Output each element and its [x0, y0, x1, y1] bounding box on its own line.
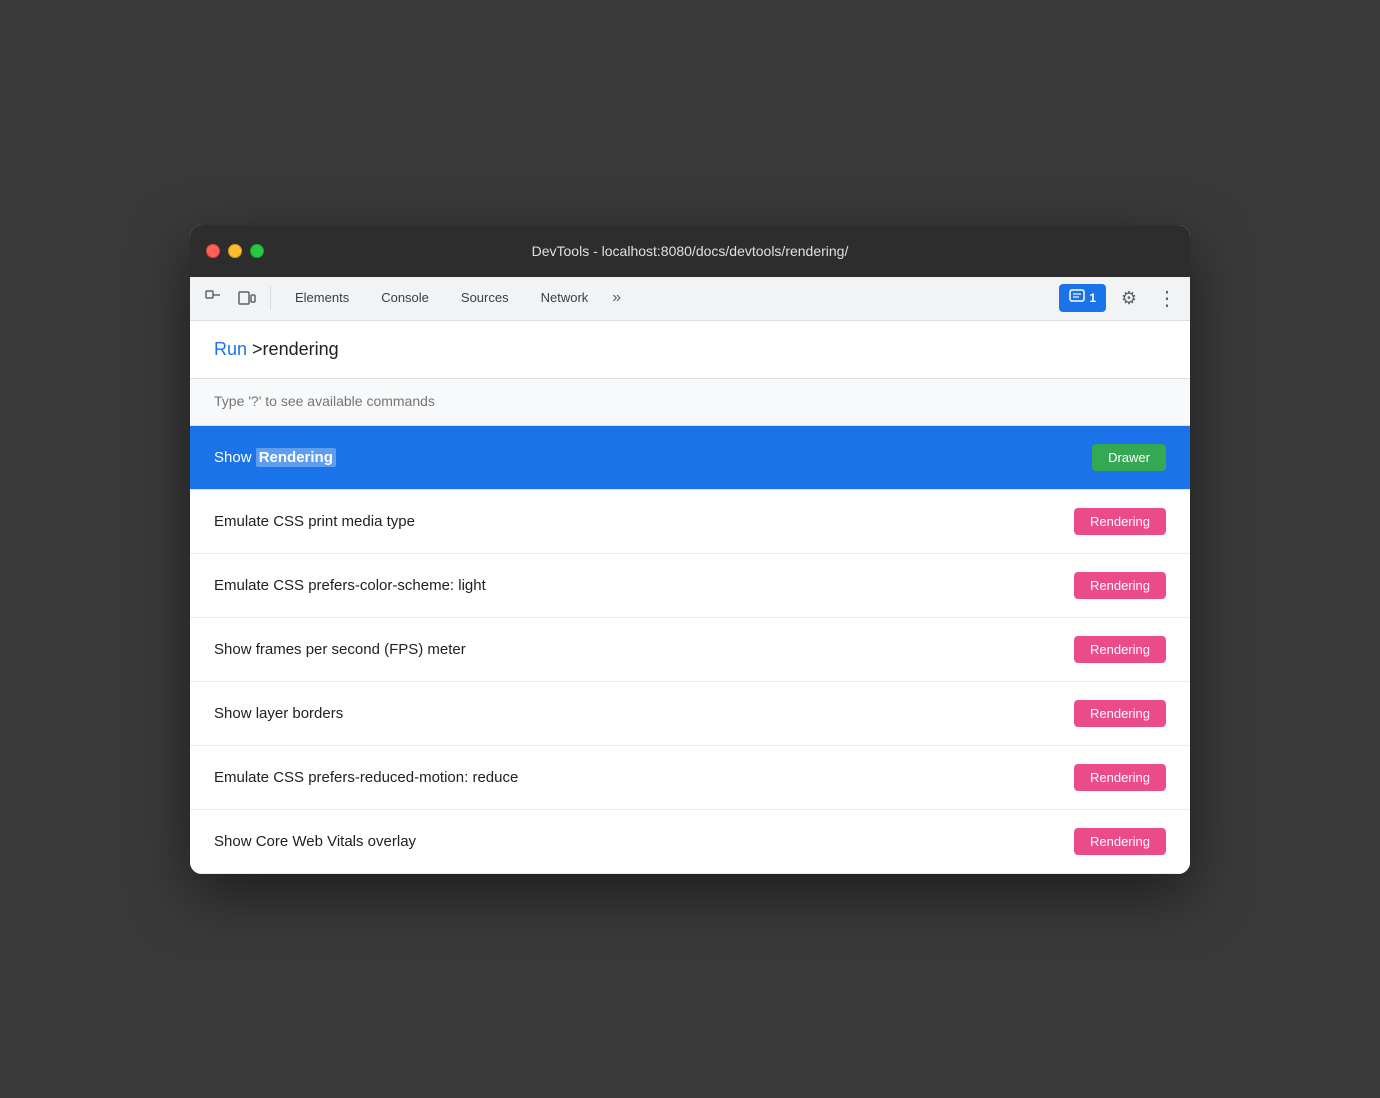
gear-icon: ⚙ — [1121, 288, 1137, 309]
run-label: Run — [214, 339, 247, 359]
run-command: >rendering — [252, 339, 339, 359]
title-bar: DevTools - localhost:8080/docs/devtools/… — [190, 225, 1190, 277]
toolbar-tabs: Elements Console Sources Network » — [279, 277, 1055, 320]
command-text-color-scheme: Emulate CSS prefers-color-scheme: light — [214, 577, 486, 594]
command-item-color-scheme[interactable]: Emulate CSS prefers-color-scheme: light … — [190, 554, 1190, 618]
rendering-tag-button-5[interactable]: Rendering — [1074, 764, 1166, 791]
traffic-lights — [206, 244, 264, 258]
command-text-core-web-vitals: Show Core Web Vitals overlay — [214, 833, 416, 850]
rendering-tag-button-3[interactable]: Rendering — [1074, 636, 1166, 663]
command-item-css-print[interactable]: Emulate CSS print media type Rendering — [190, 490, 1190, 554]
drawer-tag-button[interactable]: Drawer — [1092, 444, 1166, 471]
notifications-badge-button[interactable]: 1 — [1059, 284, 1106, 312]
toolbar-right: 1 ⚙ ⋮ — [1059, 283, 1182, 313]
run-header: Run >rendering — [190, 321, 1190, 379]
command-item-layer-borders[interactable]: Show layer borders Rendering — [190, 682, 1190, 746]
search-bar — [190, 379, 1190, 426]
badge-icon — [1069, 289, 1085, 308]
devtools-window: DevTools - localhost:8080/docs/devtools/… — [190, 225, 1190, 874]
command-text-reduced-motion: Emulate CSS prefers-reduced-motion: redu… — [214, 769, 518, 786]
tab-sources[interactable]: Sources — [445, 277, 525, 320]
rendering-tag-button-2[interactable]: Rendering — [1074, 572, 1166, 599]
vertical-dots-icon: ⋮ — [1157, 286, 1177, 311]
more-options-button[interactable]: ⋮ — [1152, 283, 1182, 313]
command-text-fps: Show frames per second (FPS) meter — [214, 641, 466, 658]
settings-button[interactable]: ⚙ — [1114, 283, 1144, 313]
command-item-reduced-motion[interactable]: Emulate CSS prefers-reduced-motion: redu… — [190, 746, 1190, 810]
rendering-tag-button-4[interactable]: Rendering — [1074, 700, 1166, 727]
command-item-show-rendering[interactable]: Show Rendering Drawer — [190, 426, 1190, 490]
main-content: Run >rendering Show Rendering Drawer Emu… — [190, 321, 1190, 874]
tab-network[interactable]: Network — [525, 277, 605, 320]
close-button[interactable] — [206, 244, 220, 258]
badge-count: 1 — [1089, 291, 1096, 305]
rendering-tag-button-1[interactable]: Rendering — [1074, 508, 1166, 535]
rendering-tag-button-6[interactable]: Rendering — [1074, 828, 1166, 855]
window-title: DevTools - localhost:8080/docs/devtools/… — [532, 243, 849, 259]
command-text-layer-borders: Show layer borders — [214, 705, 343, 722]
device-toggle-button[interactable] — [232, 283, 262, 313]
more-tabs-icon[interactable]: » — [604, 289, 629, 307]
inspect-element-button[interactable] — [198, 283, 228, 313]
tab-elements[interactable]: Elements — [279, 277, 365, 320]
command-search-input[interactable] — [214, 393, 1166, 409]
toolbar-divider — [270, 286, 271, 310]
devtools-toolbar: Elements Console Sources Network » 1 ⚙ — [190, 277, 1190, 321]
command-item-fps[interactable]: Show frames per second (FPS) meter Rende… — [190, 618, 1190, 682]
command-list: Show Rendering Drawer Emulate CSS print … — [190, 426, 1190, 874]
command-text-show-rendering: Show Rendering — [214, 449, 336, 466]
minimize-button[interactable] — [228, 244, 242, 258]
maximize-button[interactable] — [250, 244, 264, 258]
command-text-css-print: Emulate CSS print media type — [214, 513, 415, 530]
tab-console[interactable]: Console — [365, 277, 445, 320]
command-item-core-web-vitals[interactable]: Show Core Web Vitals overlay Rendering — [190, 810, 1190, 874]
